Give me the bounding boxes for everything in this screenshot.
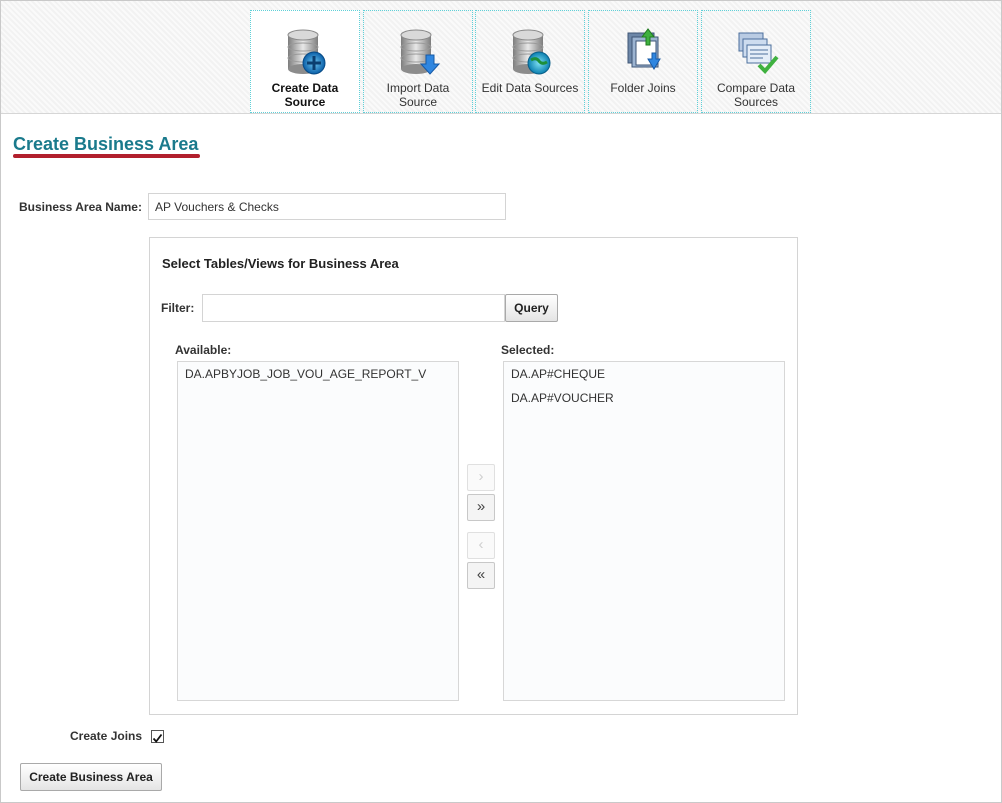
selected-label: Selected: (501, 343, 555, 357)
compare-documents-icon (738, 32, 779, 74)
main-window: Create Data Source Import Data Source Ed… (0, 0, 1002, 803)
page-title: Create Business Area (13, 134, 199, 154)
move-right-button[interactable]: › (467, 464, 495, 491)
toolbar-compare-data-sources[interactable]: Compare Data Sources (701, 10, 811, 113)
toolbar-folder-joins[interactable]: Folder Joins (588, 10, 698, 113)
toolbar-label: Create Data Source (271, 81, 339, 109)
available-label: Available: (175, 343, 232, 357)
create-joins-checkbox[interactable] (151, 730, 164, 743)
database-import-icon (400, 29, 441, 75)
create-joins-label: Create Joins (70, 729, 143, 743)
toolbar-import-data-source[interactable]: Import Data Source (363, 10, 473, 113)
database-globe-icon (512, 29, 551, 75)
move-left-button[interactable]: ‹ (467, 532, 495, 559)
query-button[interactable]: Query (505, 294, 558, 322)
selected-listbox[interactable]: DA.AP#CHEQUE DA.AP#VOUCHER (503, 361, 785, 701)
available-listbox[interactable]: DA.APBYJOB_JOB_VOU_AGE_REPORT_V (177, 361, 459, 701)
toolbar-create-data-source[interactable]: Create Data Source (250, 10, 360, 113)
toolbar: Create Data Source Import Data Source Ed… (1, 1, 1001, 114)
toolbar-label: Compare Data Sources (716, 81, 796, 109)
toolbar-label: Folder Joins (610, 81, 676, 95)
list-item[interactable]: DA.AP#CHEQUE (504, 362, 784, 386)
title-underline (13, 154, 200, 158)
business-area-name-input[interactable] (148, 193, 506, 220)
toolbar-label: Edit Data Sources (481, 81, 579, 95)
folder-join-icon (627, 28, 661, 70)
select-tables-panel: Select Tables/Views for Business Area Fi… (149, 237, 798, 715)
move-all-left-button[interactable]: « (467, 562, 495, 589)
list-item[interactable]: DA.APBYJOB_JOB_VOU_AGE_REPORT_V (178, 362, 458, 386)
database-plus-icon (287, 29, 326, 75)
move-all-right-button[interactable]: » (467, 494, 495, 521)
toolbar-label: Import Data Source (386, 81, 450, 109)
business-area-name-label: Business Area Name: (19, 200, 142, 214)
list-item[interactable]: DA.AP#VOUCHER (504, 386, 784, 410)
filter-input[interactable] (202, 294, 505, 322)
toolbar-edit-data-sources[interactable]: Edit Data Sources (475, 10, 585, 113)
filter-label: Filter: (161, 301, 195, 315)
panel-title: Select Tables/Views for Business Area (162, 256, 399, 271)
checkmark-icon (152, 733, 163, 743)
create-business-area-button[interactable]: Create Business Area (20, 763, 162, 791)
